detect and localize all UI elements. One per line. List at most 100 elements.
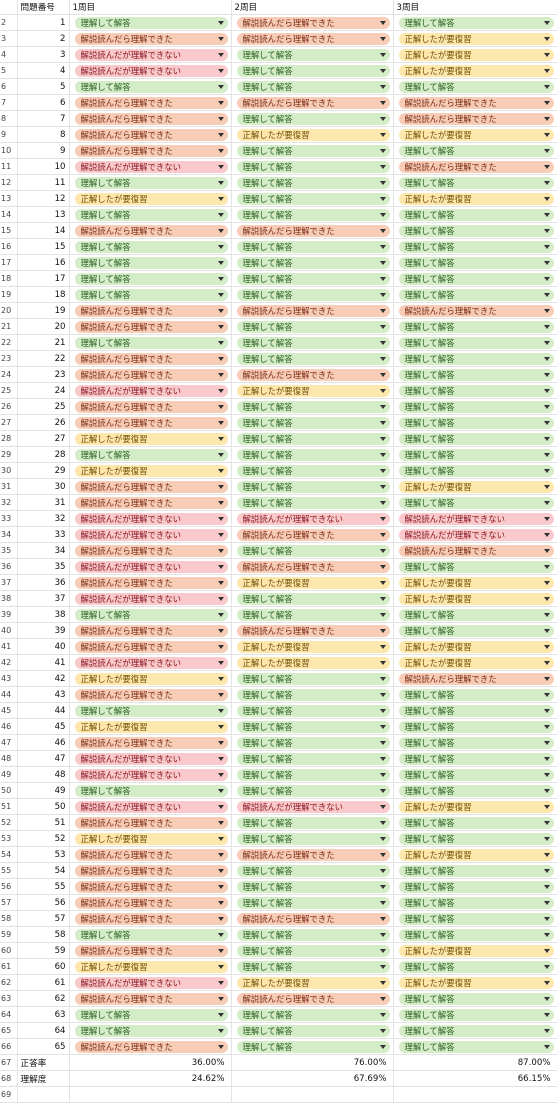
status-dropdown[interactable]: 解説読んだら理解できた bbox=[74, 496, 228, 509]
status-cell-round-2[interactable]: 解説読んだら理解できた bbox=[231, 558, 394, 575]
status-dropdown[interactable]: 解説読んだが理解できない bbox=[74, 752, 228, 765]
caret-down-icon[interactable] bbox=[379, 340, 386, 345]
status-cell-round-2[interactable]: 理解して解答 bbox=[231, 414, 394, 431]
status-dropdown[interactable]: 解説読んだが理解できない bbox=[74, 768, 228, 781]
caret-down-icon[interactable] bbox=[543, 1012, 550, 1017]
question-number-cell[interactable]: 3 bbox=[17, 46, 70, 63]
status-cell-round-1[interactable]: 解説読んだが理解できない bbox=[69, 158, 232, 175]
status-dropdown[interactable]: 解説読んだら理解できた bbox=[398, 160, 554, 173]
status-dropdown[interactable]: 理解して解答 bbox=[236, 112, 390, 125]
status-cell-round-1[interactable]: 理解して解答 bbox=[69, 254, 232, 271]
caret-down-icon[interactable] bbox=[379, 500, 386, 505]
status-cell-round-1[interactable]: 理解して解答 bbox=[69, 1022, 232, 1039]
status-dropdown[interactable]: 解説読んだが理解できない bbox=[236, 512, 390, 525]
status-dropdown[interactable]: 正解したが要復習 bbox=[74, 832, 228, 845]
summary-value-round-3[interactable]: 87.00% bbox=[393, 1054, 557, 1071]
status-cell-round-3[interactable]: 解説読んだら理解できた bbox=[393, 670, 557, 687]
status-dropdown[interactable]: 正解したが要復習 bbox=[398, 944, 554, 957]
status-dropdown[interactable]: 理解して解答 bbox=[236, 720, 390, 733]
status-cell-round-1[interactable]: 解説読んだら理解できた bbox=[69, 94, 232, 111]
question-number-cell[interactable]: 20 bbox=[17, 318, 70, 335]
caret-down-icon[interactable] bbox=[543, 324, 550, 329]
status-cell-round-1[interactable]: 解説読んだが理解できない bbox=[69, 654, 232, 671]
status-cell-round-2[interactable]: 理解して解答 bbox=[231, 334, 394, 351]
status-dropdown[interactable]: 解説読んだら理解できた bbox=[74, 880, 228, 893]
question-number-cell[interactable]: 22 bbox=[17, 350, 70, 367]
caret-down-icon[interactable] bbox=[379, 596, 386, 601]
status-dropdown[interactable]: 理解して解答 bbox=[74, 448, 228, 461]
status-dropdown[interactable]: 正解したが要復習 bbox=[398, 592, 554, 605]
caret-down-icon[interactable] bbox=[543, 484, 550, 489]
caret-down-icon[interactable] bbox=[379, 548, 386, 553]
caret-down-icon[interactable] bbox=[379, 708, 386, 713]
question-number-cell[interactable]: 63 bbox=[17, 1006, 70, 1023]
status-dropdown[interactable]: 理解して解答 bbox=[236, 1040, 390, 1053]
row-header[interactable]: 14 bbox=[0, 206, 18, 223]
row-header[interactable]: 27 bbox=[0, 414, 18, 431]
question-number-cell[interactable]: 6 bbox=[17, 94, 70, 111]
caret-down-icon[interactable] bbox=[217, 788, 224, 793]
status-cell-round-1[interactable]: 解説読んだら理解できた bbox=[69, 110, 232, 127]
status-dropdown[interactable]: 解説読んだら理解できた bbox=[74, 896, 228, 909]
status-cell-round-1[interactable]: 解説読んだが理解できない bbox=[69, 798, 232, 815]
status-cell-round-3[interactable]: 理解して解答 bbox=[393, 958, 557, 975]
question-number-cell[interactable]: 38 bbox=[17, 606, 70, 623]
caret-down-icon[interactable] bbox=[543, 276, 550, 281]
status-dropdown[interactable]: 正解したが要復習 bbox=[398, 480, 554, 493]
status-dropdown[interactable]: 理解して解答 bbox=[236, 928, 390, 941]
status-cell-round-2[interactable]: 理解して解答 bbox=[231, 254, 394, 271]
status-cell-round-3[interactable]: 正解したが要復習 bbox=[393, 46, 557, 63]
status-dropdown[interactable]: 解説読んだが理解できない bbox=[74, 48, 228, 61]
row-header[interactable]: 50 bbox=[0, 782, 18, 799]
status-cell-round-2[interactable]: 理解して解答 bbox=[231, 478, 394, 495]
row-header[interactable]: 66 bbox=[0, 1038, 18, 1055]
status-cell-round-3[interactable]: 正解したが要復習 bbox=[393, 798, 557, 815]
summary-value-round-1[interactable]: 24.62% bbox=[69, 1070, 232, 1087]
status-dropdown[interactable]: 理解して解答 bbox=[236, 768, 390, 781]
status-cell-round-2[interactable]: 理解して解答 bbox=[231, 718, 394, 735]
status-dropdown[interactable]: 理解して解答 bbox=[236, 144, 390, 157]
status-cell-round-2[interactable]: 理解して解答 bbox=[231, 1022, 394, 1039]
caret-down-icon[interactable] bbox=[217, 612, 224, 617]
question-number-cell[interactable]: 49 bbox=[17, 782, 70, 799]
status-cell-round-3[interactable]: 正解したが要復習 bbox=[393, 846, 557, 863]
caret-down-icon[interactable] bbox=[217, 196, 224, 201]
question-number-cell[interactable]: 42 bbox=[17, 670, 70, 687]
caret-down-icon[interactable] bbox=[379, 212, 386, 217]
caret-down-icon[interactable] bbox=[543, 308, 550, 313]
status-cell-round-2[interactable]: 理解して解答 bbox=[231, 142, 394, 159]
status-dropdown[interactable]: 理解して解答 bbox=[236, 80, 390, 93]
status-dropdown[interactable]: 理解して解答 bbox=[236, 272, 390, 285]
status-cell-round-3[interactable]: 正解したが要復習 bbox=[393, 974, 557, 991]
caret-down-icon[interactable] bbox=[543, 244, 550, 249]
caret-down-icon[interactable] bbox=[543, 516, 550, 521]
status-cell-round-1[interactable]: 解説読んだら理解できた bbox=[69, 414, 232, 431]
status-cell-round-1[interactable]: 理解して解答 bbox=[69, 702, 232, 719]
status-cell-round-2[interactable]: 理解して解答 bbox=[231, 110, 394, 127]
question-number-cell[interactable]: 25 bbox=[17, 398, 70, 415]
status-dropdown[interactable]: 理解して解答 bbox=[398, 320, 554, 333]
status-dropdown[interactable]: 理解して解答 bbox=[398, 224, 554, 237]
status-dropdown[interactable]: 解説読んだら理解できた bbox=[398, 304, 554, 317]
status-dropdown[interactable]: 理解して解答 bbox=[74, 928, 228, 941]
caret-down-icon[interactable] bbox=[379, 820, 386, 825]
caret-down-icon[interactable] bbox=[543, 612, 550, 617]
status-dropdown[interactable]: 理解して解答 bbox=[236, 400, 390, 413]
column-header-round-1[interactable]: 1周目 bbox=[69, 0, 232, 15]
status-dropdown[interactable]: 理解して解答 bbox=[398, 768, 554, 781]
status-dropdown[interactable]: 理解して解答 bbox=[236, 1008, 390, 1021]
status-cell-round-1[interactable]: 解説読んだが理解できない bbox=[69, 750, 232, 767]
status-dropdown[interactable]: 理解して解答 bbox=[398, 384, 554, 397]
status-dropdown[interactable]: 解説読んだら理解できた bbox=[236, 304, 390, 317]
status-dropdown[interactable]: 解説読んだら理解できた bbox=[74, 912, 228, 925]
status-cell-round-2[interactable]: 理解して解答 bbox=[231, 862, 394, 879]
status-dropdown[interactable]: 正解したが要復習 bbox=[74, 720, 228, 733]
caret-down-icon[interactable] bbox=[379, 852, 386, 857]
status-dropdown[interactable]: 理解して解答 bbox=[398, 144, 554, 157]
status-dropdown[interactable]: 解説読んだら理解できた bbox=[74, 624, 228, 637]
status-cell-round-3[interactable]: 理解して解答 bbox=[393, 990, 557, 1007]
status-dropdown[interactable]: 理解して解答 bbox=[236, 160, 390, 173]
status-cell-round-3[interactable]: 理解して解答 bbox=[393, 206, 557, 223]
column-header-round-3[interactable]: 3周目 bbox=[393, 0, 557, 15]
question-number-cell[interactable]: 61 bbox=[17, 974, 70, 991]
